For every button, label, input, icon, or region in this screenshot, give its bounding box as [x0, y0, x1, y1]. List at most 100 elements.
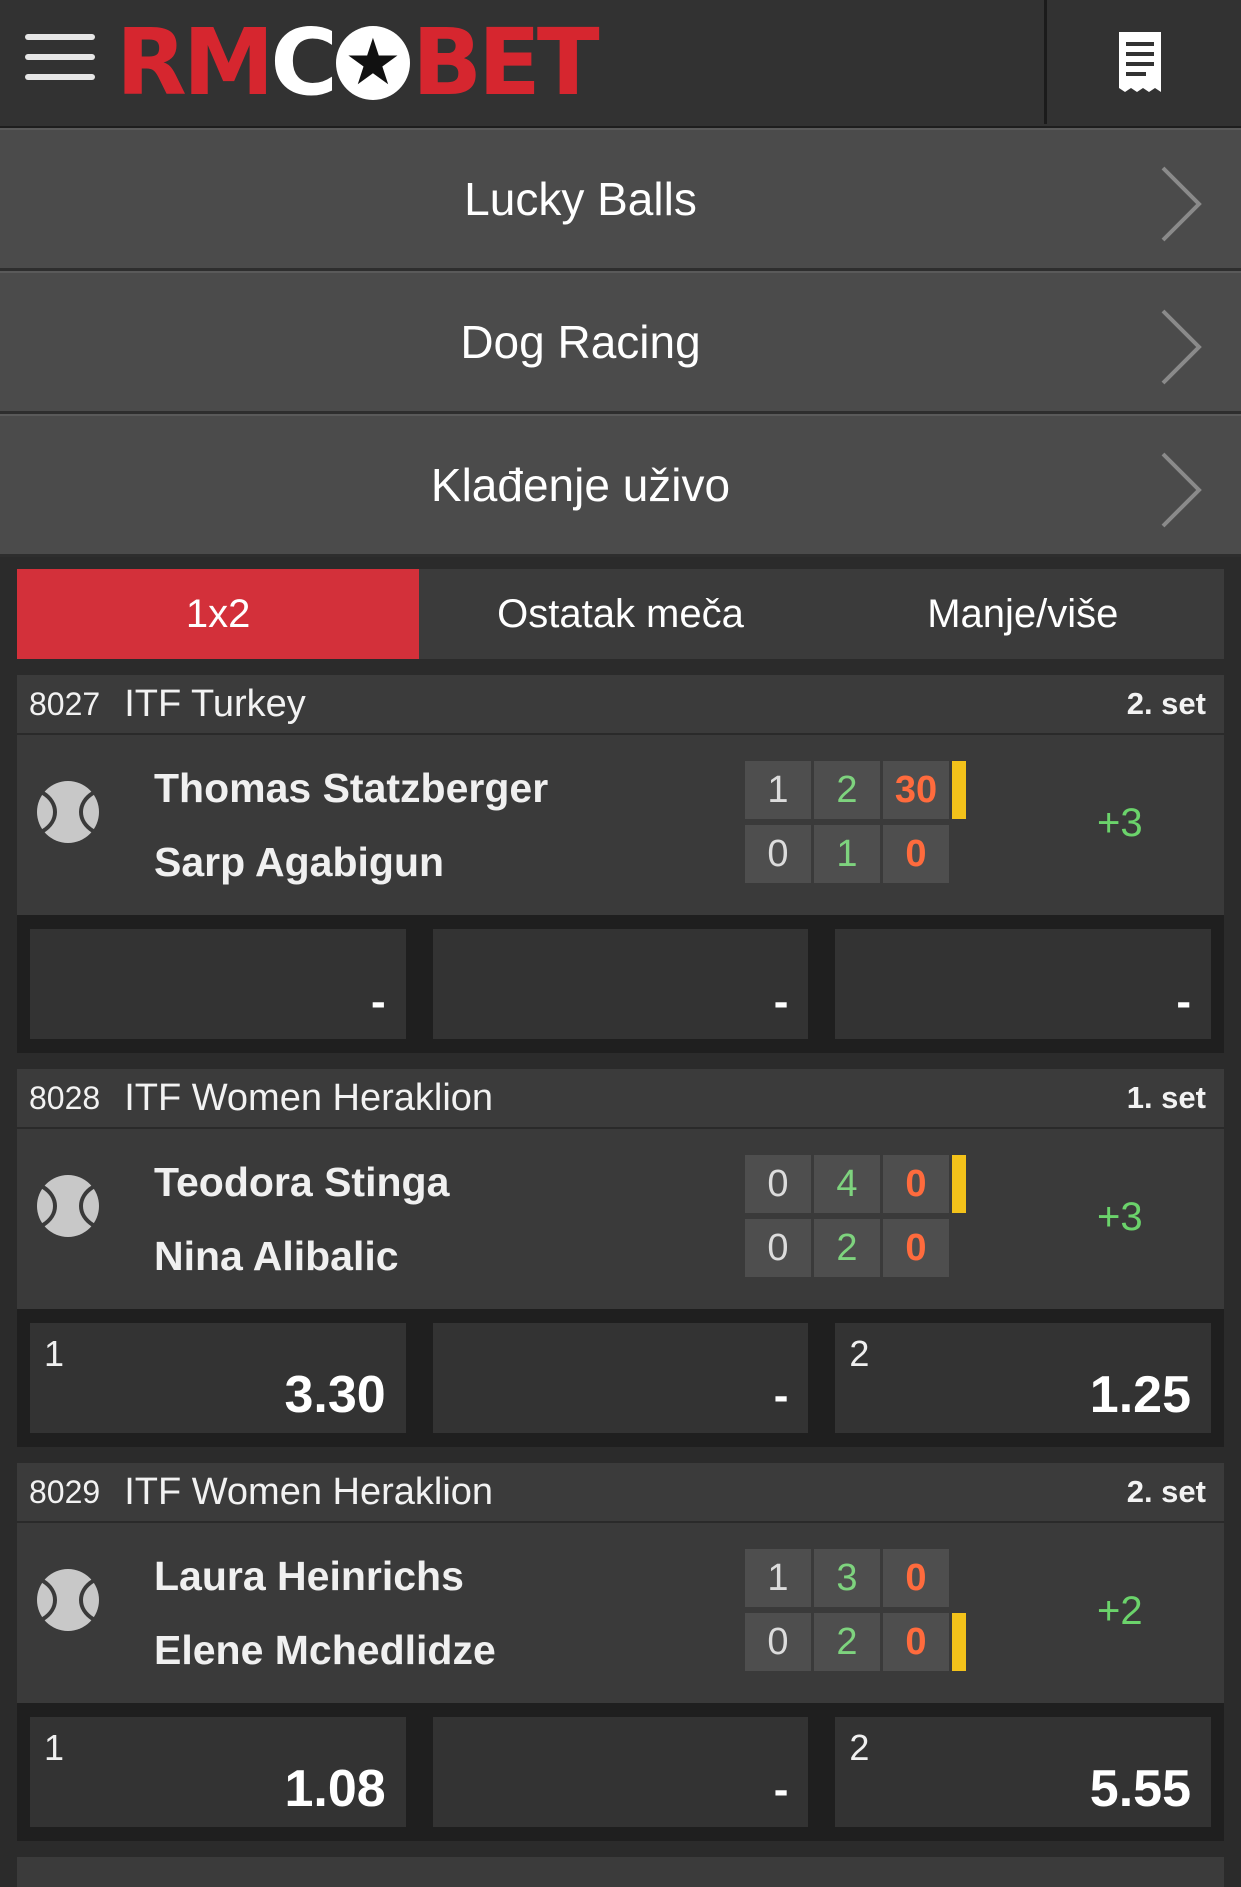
chevron-right-icon [1161, 166, 1202, 242]
score-points: 0 [883, 1613, 949, 1671]
nav-item-label: Lucky Balls [464, 173, 697, 225]
team-home: Thomas Statzberger [154, 765, 549, 811]
odd-value: 3.30 [284, 1366, 386, 1424]
odd-away[interactable]: 2 1.25 [835, 1323, 1212, 1433]
header-divider [1044, 0, 1047, 124]
odd-label: 2 [849, 1333, 870, 1374]
match-teams[interactable]: Thomas Statzberger Sarp Agabigun 1 2 30 … [17, 735, 1224, 915]
more-markets-link[interactable]: +2 [1097, 1589, 1143, 1634]
score-points: 0 [883, 1549, 949, 1607]
betslip-icon[interactable] [1117, 30, 1163, 94]
odd-value: - [773, 1765, 789, 1814]
odd-value: - [371, 977, 386, 1026]
score-row-home: 1 3 0 [745, 1549, 966, 1607]
chevron-right-icon [1161, 452, 1202, 528]
team-away: Sarp Agabigun [154, 839, 445, 885]
serve-indicator-empty [952, 1219, 966, 1277]
score-points: 0 [883, 1219, 949, 1277]
set-indicator: 1. set [1126, 1080, 1206, 1115]
score-games: 4 [814, 1155, 880, 1213]
team-home: Laura Heinrichs [154, 1553, 464, 1599]
score-games: 2 [814, 1219, 880, 1277]
tennis-ball-icon [37, 1175, 99, 1237]
tab-1x2[interactable]: 1x2 [17, 569, 420, 659]
match-teams[interactable]: Teodora Stinga Nina Alibalic 0 4 0 0 2 0… [17, 1129, 1224, 1309]
odd-draw[interactable]: - [432, 1717, 809, 1827]
serve-indicator-empty [952, 825, 966, 883]
market-tabs: 1x2 Ostatak meča Manje/više [17, 569, 1224, 659]
score-row-away: 0 2 0 [745, 1219, 966, 1277]
odd-away[interactable]: 2 5.55 [835, 1717, 1212, 1827]
odd-value: 5.55 [1089, 1760, 1192, 1818]
odd-value: - [773, 977, 789, 1026]
odd-away[interactable]: - [835, 929, 1212, 1039]
odd-value: 1.25 [1089, 1366, 1192, 1424]
score-sets: 1 [745, 1549, 811, 1607]
odd-home[interactable]: 1 1.08 [30, 1717, 406, 1827]
match-code: 8028 [29, 1079, 101, 1116]
match-teams[interactable]: Laura Heinrichs Elene Mchedlidze 1 3 0 0… [17, 1523, 1224, 1703]
odd-home[interactable]: 1 3.30 [30, 1323, 406, 1433]
nav-item-label: Klađenje uživo [430, 459, 731, 511]
match-code: 8027 [29, 685, 101, 722]
chevron-right-icon [1161, 309, 1202, 385]
tennis-ball-icon [37, 1569, 99, 1631]
score-sets: 1 [745, 761, 811, 819]
tab-rest-of-match[interactable]: Ostatak meča [419, 569, 821, 659]
team-home: Teodora Stinga [154, 1159, 450, 1205]
score-row-away: 0 1 0 [745, 825, 966, 883]
score-games: 1 [814, 825, 880, 883]
odd-draw[interactable]: - [432, 929, 809, 1039]
match-card: 8028 ITF Women Heraklion 1. set Teodora … [17, 1069, 1224, 1447]
odds-row: 1 3.30 - 2 1.25 [17, 1309, 1224, 1447]
hamburger-menu-icon[interactable] [25, 34, 95, 88]
score-games: 2 [814, 1613, 880, 1671]
nav-item-label: Dog Racing [460, 316, 701, 368]
league-bar: 8029 ITF Women Heraklion 2. set [17, 1463, 1224, 1523]
nav-item-live-betting[interactable]: Klađenje uživo [0, 414, 1241, 557]
score-points: 0 [883, 825, 949, 883]
odd-home[interactable]: - [30, 929, 406, 1039]
more-markets-link[interactable]: +3 [1097, 1195, 1143, 1240]
app-header: RM C ★ BET [0, 0, 1241, 128]
league-name: ITF Women Heraklion [124, 1076, 494, 1119]
set-indicator: 2. set [1126, 686, 1206, 721]
score-sets: 0 [745, 1219, 811, 1277]
score-sets: 0 [745, 1155, 811, 1213]
league-name: ITF Women Heraklion [124, 1470, 494, 1513]
serve-indicator [952, 761, 966, 819]
next-match-league-bar[interactable] [17, 1857, 1224, 1887]
serve-indicator-empty [952, 1549, 966, 1607]
score-row-home: 0 4 0 [745, 1155, 966, 1213]
match-card: 8029 ITF Women Heraklion 2. set Laura He… [17, 1463, 1224, 1841]
odds-row: 1 1.08 - 2 5.55 [17, 1703, 1224, 1841]
team-away: Nina Alibalic [154, 1233, 399, 1279]
odds-row: - - - [17, 915, 1224, 1053]
match-card: 8027 ITF Turkey 2. set Thomas Statzberge… [17, 675, 1224, 1053]
serve-indicator [952, 1155, 966, 1213]
score-row-away: 0 2 0 [745, 1613, 966, 1671]
odd-label: 1 [44, 1727, 65, 1768]
odd-value: 1.08 [284, 1760, 386, 1818]
score-points: 30 [883, 761, 949, 819]
odd-label: 1 [44, 1333, 65, 1374]
tennis-ball-icon [37, 781, 99, 843]
league-name: ITF Turkey [124, 682, 306, 725]
odd-value: - [773, 1371, 789, 1420]
score-points: 0 [883, 1155, 949, 1213]
nav-item-dog-racing[interactable]: Dog Racing [0, 271, 1241, 414]
score-sets: 0 [745, 1613, 811, 1671]
team-away: Elene Mchedlidze [154, 1627, 496, 1673]
rmcobet-logo[interactable]: RM C ★ BET [116, 17, 600, 109]
odd-value: - [1176, 977, 1192, 1026]
league-bar: 8027 ITF Turkey 2. set [17, 675, 1224, 735]
odd-label: 2 [849, 1727, 870, 1768]
nav-item-lucky-balls[interactable]: Lucky Balls [0, 128, 1241, 271]
score-sets: 0 [745, 825, 811, 883]
more-markets-link[interactable]: +3 [1097, 801, 1143, 846]
serve-indicator [952, 1613, 966, 1671]
tab-over-under[interactable]: Manje/više [822, 569, 1224, 659]
odd-draw[interactable]: - [432, 1323, 809, 1433]
set-indicator: 2. set [1126, 1474, 1206, 1509]
live-content: 1x2 Ostatak meča Manje/više 8027 ITF Tur… [0, 557, 1241, 1887]
